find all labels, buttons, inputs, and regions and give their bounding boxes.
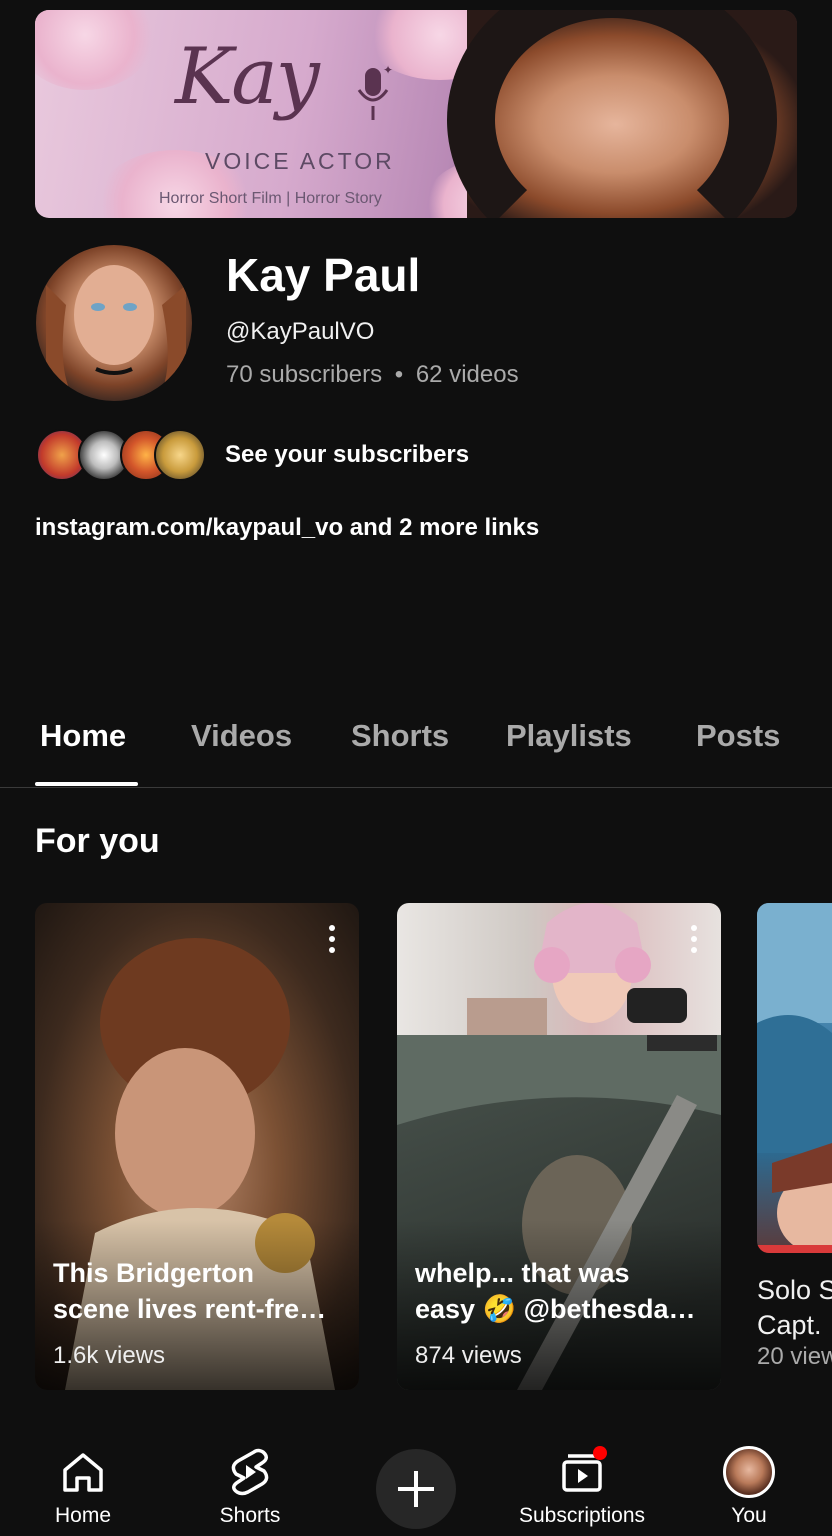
- channel-banner: Kay ✦ VOICE ACTOR Horror Short Film | Ho…: [35, 10, 797, 218]
- channel-tabs: Home Videos Shorts Playlists Posts: [0, 700, 832, 788]
- avatar: [723, 1446, 775, 1498]
- nav-shorts[interactable]: Shorts: [190, 1430, 310, 1536]
- subscriber-count: 70 subscribers: [226, 361, 383, 388]
- subscriber-avatar: [154, 429, 206, 481]
- short-title: Solo S Capt.: [757, 1273, 832, 1343]
- nav-label: You: [731, 1504, 767, 1527]
- video-thumbnail-webcam: [397, 903, 721, 1035]
- nav-label: Subscriptions: [518, 1504, 646, 1527]
- svg-text:✦: ✦: [383, 63, 393, 77]
- title-line: This Bridgerton: [53, 1258, 254, 1288]
- channel-links[interactable]: instagram.com/kaypaul_vo and 2 more link…: [35, 514, 539, 542]
- tab-videos[interactable]: Videos: [191, 718, 292, 754]
- short-card[interactable]: [757, 903, 832, 1253]
- active-tab-indicator: [35, 782, 138, 786]
- more-links[interactable]: and 2 more links: [350, 514, 539, 541]
- more-options-icon[interactable]: [691, 925, 699, 955]
- banner-logo: Kay: [175, 32, 320, 122]
- home-icon: [63, 1453, 103, 1492]
- section-title: For you: [35, 822, 160, 860]
- short-views: 20 view: [757, 1343, 832, 1370]
- nav-subscriptions[interactable]: Subscriptions: [519, 1430, 645, 1536]
- channel-name: Kay Paul: [226, 249, 421, 301]
- short-card[interactable]: whelp... that was easy 🤣 @bethesda… 874 …: [397, 903, 721, 1390]
- banner-tagline: Horror Short Film | Horror Story: [159, 190, 382, 207]
- short-views: 874 views: [415, 1342, 522, 1369]
- avatar-image: [46, 265, 186, 401]
- tab-home[interactable]: Home: [40, 718, 126, 754]
- see-subscribers-link[interactable]: See your subscribers: [225, 441, 469, 469]
- short-title: This Bridgerton scene lives rent-fre…: [53, 1255, 343, 1327]
- title-line: scene lives rent-fre…: [53, 1294, 327, 1324]
- tab-playlists[interactable]: Playlists: [506, 718, 632, 754]
- subscriptions-icon: [562, 1446, 607, 1492]
- banner-portrait: [447, 10, 797, 218]
- channel-stats: 70 subscribers • 62 videos: [226, 361, 519, 389]
- short-title: whelp... that was easy 🤣 @bethesda…: [415, 1255, 705, 1327]
- video-thumbnail: [757, 903, 832, 1253]
- banner-role: VOICE ACTOR: [205, 148, 395, 174]
- nav-label: Shorts: [219, 1504, 281, 1527]
- video-count: 62 videos: [415, 361, 519, 388]
- title-line: easy 🤣 @bethesda…: [415, 1294, 696, 1324]
- plus-icon: [398, 1471, 434, 1507]
- stats-separator: •: [394, 361, 404, 388]
- nav-you[interactable]: You: [689, 1430, 809, 1536]
- nav-home[interactable]: Home: [23, 1430, 143, 1536]
- more-options-icon[interactable]: [329, 925, 337, 955]
- create-button[interactable]: [376, 1449, 456, 1529]
- instagram-link[interactable]: instagram.com/kaypaul_vo: [35, 514, 343, 541]
- title-line: Capt.: [757, 1310, 822, 1340]
- title-line: whelp... that was: [415, 1258, 630, 1288]
- microphone-icon: ✦: [357, 63, 393, 120]
- channel-handle: @KayPaulVO: [226, 318, 375, 345]
- short-card[interactable]: This Bridgerton scene lives rent-fre… 1.…: [35, 903, 359, 1390]
- subscriber-avatars[interactable]: [36, 429, 206, 481]
- title-line: Solo S: [757, 1275, 832, 1305]
- channel-avatar[interactable]: [36, 245, 192, 401]
- nav-label: Home: [54, 1504, 112, 1527]
- tab-posts[interactable]: Posts: [696, 718, 780, 754]
- tab-shorts[interactable]: Shorts: [351, 718, 449, 754]
- bottom-navigation: Home Shorts Subscriptions You: [0, 1430, 832, 1536]
- short-views: 1.6k views: [53, 1342, 166, 1369]
- shorts-icon: [231, 1448, 269, 1496]
